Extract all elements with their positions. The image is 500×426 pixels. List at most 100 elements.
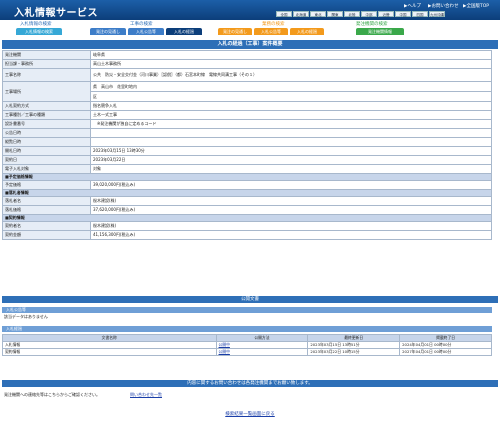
docs-table: 文書名称 公開方法 最終更新日 掲載終了日 入札情報 公開中 2023年03月1… (2, 334, 492, 356)
detail-value: 2023年03月15日 13時30分 (90, 146, 492, 156)
doc-open-link[interactable]: 公開中 (219, 349, 230, 354)
doc-name: 契約情報 (2, 348, 217, 356)
detail-row: 予定価格 39,020,000円(税込み) (2, 180, 492, 190)
detail-value: 指名競争入札 (90, 101, 492, 111)
doc-updated: 2023年03月15日 13時51分 (307, 341, 401, 349)
doc-end: 2027年04月01日 00時00分 (399, 348, 492, 356)
detail-row: 契約者名 桜木建設(株) (2, 221, 492, 231)
detail-label: 発注機関 (2, 50, 91, 60)
tab-gyomu-progress[interactable]: 入札の経過 (290, 28, 324, 35)
detail-label: 落札価格 (2, 205, 91, 215)
section-header: ■予定価格情報 (2, 173, 492, 181)
region-nav: 全国 北海道 東北 関東 北陸 中部 近畿 中国 四国 九州沖縄 (276, 11, 445, 18)
section-header: ■落札者情報 (2, 189, 492, 197)
tab-search[interactable]: 入札情報の検索 (16, 28, 62, 35)
detail-label: 予定価格 (2, 180, 91, 190)
detail-value: 39,020,000円(税込み) (90, 180, 492, 190)
col-header: 掲載終了日 (399, 334, 492, 342)
detail-value: ※発注機関が独自に定めるコード (90, 119, 492, 129)
main-tabs: 入札情報の検索 工事の検索 業務の検索 発注機関の検索 入札情報の検索 発注の見… (0, 20, 500, 36)
detail-label: 契約日 (2, 155, 91, 165)
inquiry-title: 内容に関するお問い合わせは各発注機関までお願い致します。 (2, 380, 498, 387)
detail-label: 契約者名 (2, 221, 91, 231)
page-title: 入札の経過（工事）案件概要 (2, 40, 498, 49)
detail-label: 開札日時 (2, 146, 91, 156)
section-title-price: ■予定価格情報 (2, 173, 492, 181)
detail-label: 公告日時 (2, 128, 91, 138)
tab-agency-info[interactable]: 発注機関情報 (356, 28, 404, 35)
detail-row: 契約日 2023年03月22日 (2, 155, 492, 165)
detail-label: 縦覧日時 (2, 137, 91, 147)
detail-label: 落札者名 (2, 196, 91, 206)
detail-row: 工事種別／工事の種類 土木一式工事 (2, 110, 492, 120)
detail-row: 落札価格 37,620,000円(税込み) (2, 205, 492, 215)
contact-list-link[interactable]: 問い合わせ先一覧 (130, 392, 162, 398)
detail-value: 対象 (90, 164, 492, 174)
detail-row: 縦覧日時 (2, 137, 492, 147)
doc-open-link[interactable]: 公開中 (219, 342, 230, 347)
tab-gyomu-outlook[interactable]: 発注の見通し (218, 28, 252, 35)
doc-end: 2024年04月01日 00時00分 (399, 341, 492, 349)
detail-row: 入札契約方式 指名競争入札 (2, 101, 492, 111)
doc-method: 公開中 (215, 341, 309, 349)
site-logo[interactable]: 入札情報サービス (14, 4, 98, 19)
back-to-results-link[interactable]: 検索結果一覧画面に戻る (0, 411, 500, 417)
region-button[interactable]: 北海道 (293, 11, 309, 17)
detail-row: 落札者名 桜木建設(株) (2, 196, 492, 206)
region-button[interactable]: 関東 (327, 11, 343, 17)
region-button[interactable]: 四国 (412, 11, 428, 17)
region-button[interactable]: 中国 (395, 11, 411, 17)
detail-row: 工事名称 公共 防災・安全交付金（河川事業）［認償］（都）石宮本町線 電線共同溝工… (2, 68, 492, 82)
table-row: 契約情報 公開中 2023年03月22日 10時15分 2027年04月01日 … (2, 348, 492, 356)
detail-label: 担当課・事務所 (2, 59, 91, 69)
group-label-search: 入札情報の検索 (20, 22, 52, 27)
contact-link[interactable]: ▶お問い合わせ (428, 3, 458, 9)
notice-empty-text: 該当データはありません (4, 314, 48, 319)
group-label-gyomu: 業務の検索 (262, 22, 285, 27)
detail-row: 設計書番号 ※発注機関が独自に定めるコード (2, 119, 492, 129)
region-button[interactable]: 全国 (276, 11, 292, 17)
docs-header-row: 文書名称 公開方法 最終更新日 掲載終了日 (2, 334, 492, 342)
inquiry-text: 発注機関への連絡先等はこちらからご確認ください。 (4, 392, 100, 397)
detail-row: 発注機関 岐阜県 (2, 50, 492, 60)
region-button[interactable]: 北陸 (344, 11, 360, 17)
detail-value (90, 128, 492, 138)
notice-header: 入札公告等 (2, 307, 492, 313)
region-button[interactable]: 東北 (310, 11, 326, 17)
detail-value: 高山土木事務所 (90, 59, 492, 69)
col-header: 文書名称 (2, 334, 217, 342)
detail-value: 2023年03月22日 (90, 155, 492, 165)
detail-value (90, 137, 492, 147)
detail-label: 電子入札対象 (2, 164, 91, 174)
detail-row: 開札日時 2023年03月15日 13時30分 (2, 146, 492, 156)
region-button[interactable]: 近畿 (378, 11, 394, 17)
detail-row: 契約金額 41,156,300円(税込み) (2, 230, 492, 240)
detail-value: 公共 防災・安全交付金（河川事業）［認償］（都）石宮本町線 電線共同溝工事（その… (90, 68, 492, 82)
tab-gyomu-notice[interactable]: 入札公告等 (254, 28, 288, 35)
detail-value: 区 (90, 91, 492, 102)
doc-method: 公開中 (215, 348, 309, 356)
national-top-link[interactable]: ▶全国版TOP (463, 3, 489, 9)
detail-table: 発注機関 岐阜県 担当課・事務所 高山土木事務所 工事名称 公共 防災・安全交付金（河… (2, 50, 492, 240)
detail-label: 設計書番号 (2, 119, 91, 129)
detail-row: 電子入札対象 対象 (2, 164, 492, 174)
detail-value: 41,156,300円(税込み) (90, 230, 492, 240)
detail-label: 工事場所 (2, 81, 91, 102)
col-header: 公開方法 (215, 334, 309, 342)
col-header: 最終更新日 (307, 334, 401, 342)
region-button[interactable]: 中部 (361, 11, 377, 17)
detail-label: 工事名称 (2, 68, 91, 82)
help-link[interactable]: ▶ヘルプ (404, 3, 421, 9)
tab-koji-progress[interactable]: 入札の経過 (166, 28, 202, 35)
group-label-koji: 工事の検索 (130, 22, 153, 27)
tab-koji-outlook[interactable]: 発注の見通し (90, 28, 126, 35)
detail-value: 桜木建設(株) (90, 196, 492, 206)
detail-label: 入札契約方式 (2, 101, 91, 111)
doc-updated: 2023年03月22日 10時15分 (307, 348, 401, 356)
progress-header: 入札経過 (2, 326, 492, 332)
table-row: 入札情報 公開中 2023年03月15日 13時51分 2024年04月01日 … (2, 341, 492, 349)
public-docs-title: 公開文書 (2, 296, 498, 303)
site-header: 入札情報サービス ▶ヘルプ ▶お問い合わせ ▶全国版TOP 全国 北海道 東北 … (0, 0, 500, 20)
tab-koji-notice[interactable]: 入札公告等 (128, 28, 164, 35)
region-button[interactable]: 九州沖縄 (429, 11, 445, 17)
